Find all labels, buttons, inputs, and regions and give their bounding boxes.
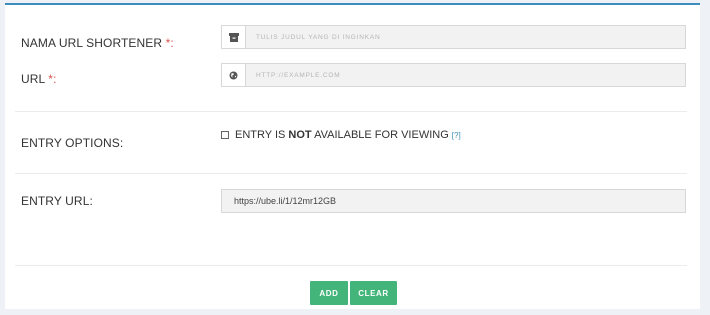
entry-unavailable-checkbox[interactable] — [221, 131, 229, 139]
entry-url-label: ENTRY URL: — [21, 194, 93, 208]
entry-url-field[interactable]: https://ube.li/1/12mr12GB — [221, 189, 686, 213]
entry-url-value: https://ube.li/1/12mr12GB — [234, 196, 337, 206]
required-marker: *: — [48, 72, 57, 86]
clear-button[interactable]: CLEAR — [350, 281, 397, 305]
entry-option-text: ENTRY IS NOT AVAILABLE FOR VIEWING — [235, 129, 449, 141]
globe-icon — [222, 64, 246, 86]
name-input-group — [221, 25, 686, 49]
url-input-group — [221, 63, 686, 87]
name-label-text: NAMA URL SHORTENER — [21, 36, 166, 50]
divider — [15, 111, 687, 112]
url-input[interactable] — [246, 64, 685, 86]
entry-option-row: ENTRY IS NOT AVAILABLE FOR VIEWING [?] — [221, 129, 461, 141]
name-input[interactable] — [246, 26, 685, 48]
divider — [15, 265, 687, 266]
url-label-text: URL — [21, 72, 49, 86]
name-field-label: NAMA URL SHORTENER *: — [21, 36, 174, 50]
form-panel: NAMA URL SHORTENER *: URL *: ENTRY OPTIO… — [5, 3, 700, 309]
archive-icon — [222, 26, 246, 48]
required-marker: *: — [165, 36, 174, 50]
url-field-label: URL *: — [21, 72, 57, 86]
divider — [15, 173, 687, 174]
help-link[interactable]: [?] — [452, 131, 461, 140]
add-button[interactable]: ADD — [310, 281, 348, 305]
entry-options-label: ENTRY OPTIONS: — [21, 136, 124, 150]
